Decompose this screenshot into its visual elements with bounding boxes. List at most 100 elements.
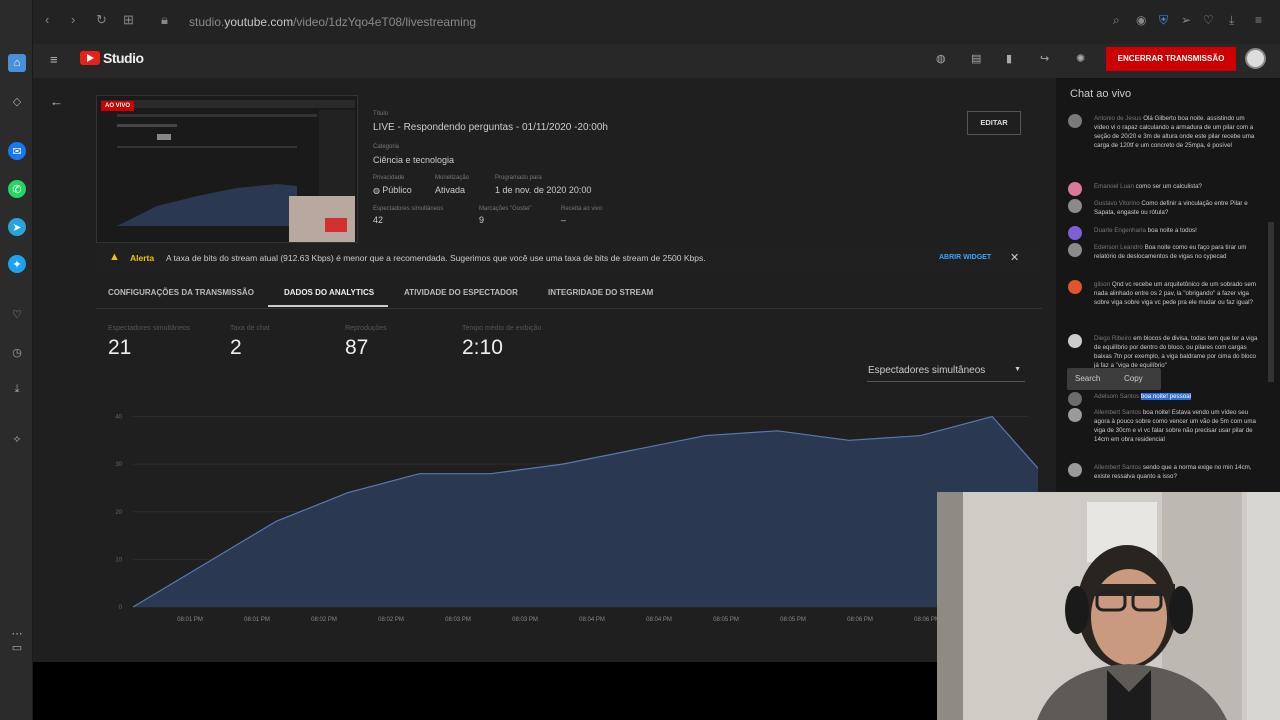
share-icon[interactable]: ↪ [1040,52,1054,65]
open-widget-link[interactable]: ABRIR WIDGET [939,254,991,261]
globe-icon[interactable]: ◍ [936,52,950,65]
chat-message[interactable]: Gustavo Vitorino Como definir a vinculaç… [1068,199,1258,217]
stream-preview[interactable] [96,95,358,243]
back-arrow-icon[interactable]: ← [50,94,63,109]
globe-small-icon: ◍ [373,186,383,195]
chat-bubble-icon[interactable]: ▭ [8,638,26,656]
reload-icon[interactable]: ↻ [96,12,107,28]
chat-message[interactable]: Emanoel Luan como ser um calculista? [1068,182,1258,196]
camera-icon[interactable]: ◉ [1136,13,1146,27]
chat-message[interactable]: gilson Qnd vc recebe um arquitetônico de… [1068,280,1258,307]
likes-value: 9 [479,215,485,225]
y-tick-label: 0 [119,605,123,611]
search-icon[interactable]: ⌕ [1113,13,1120,28]
twitter-icon[interactable]: ✦ [8,255,26,273]
chat-message[interactable]: Diego Ribeiro em blocos de divisa, todas… [1068,334,1258,370]
chat-message[interactable]: Edenson Leandro Boa noite como eu faço p… [1068,243,1258,261]
chat-message-body: gilson Qnd vc recebe um arquitetônico de… [1094,280,1258,307]
x-tick-label: 08:03 PM [512,617,538,623]
alert-text: A taxa de bits do stream atual (912.63 K… [166,253,706,263]
chat-message-body: Emanoel Luan como ser um calculista? [1094,182,1258,191]
metric-select-value: Espectadores simultâneos [868,365,986,376]
chat-message-body: Duarte Engenharia boa noite a todos! [1094,226,1258,235]
browser-toolbar: ‹ › ↻ ⊞ 🔒︎ studio.youtube.com/video/1dzY… [33,0,1280,44]
chat-avatar[interactable] [1068,463,1082,477]
monetization-value: Ativada [435,185,466,195]
metric-select[interactable]: Espectadores simultâneos ▼ [867,362,1025,382]
studio-brand[interactable]: Studio [103,50,144,66]
lightbulb-icon[interactable]: ✧ [8,430,26,448]
chat-scrollbar[interactable] [1268,222,1274,382]
tab-analytics[interactable]: DADOS DO ANALYTICS [284,288,374,297]
edit-button[interactable]: EDITAR [967,111,1021,135]
stream-title: LIVE - Respondendo perguntas - 01/11/202… [373,122,608,133]
chat-message-body: Allembert Santos boa noite! Estava vendo… [1094,408,1258,444]
close-icon[interactable]: ✕ [1010,251,1019,264]
chat-avatar[interactable] [1068,114,1082,128]
chat-avatar[interactable] [1068,392,1082,406]
context-search[interactable]: Search [1075,374,1100,383]
chat-message-body: Diego Ribeiro em blocos de divisa, todas… [1094,334,1258,370]
shield-icon[interactable]: ⛨ [1159,13,1168,28]
chat-author[interactable]: gilson [1094,281,1112,288]
chat-avatar[interactable] [1068,199,1082,213]
chat-author[interactable]: Diego Ribeiro [1094,335,1133,342]
x-tick-label: 08:01 PM [177,617,203,623]
chat-message[interactable]: Allembert Santos boa noite! Estava vendo… [1068,408,1258,444]
chat-message[interactable]: Adelsom Santos boa noite! pessoal [1068,392,1258,406]
live-badge: AO VIVO [101,101,135,111]
history-icon[interactable]: ◷ [8,343,26,361]
chat-message[interactable]: Allembert Santos sendo que a norma exige… [1068,463,1258,481]
chat-author[interactable]: Antonio de Jesus [1094,115,1143,122]
context-copy[interactable]: Copy [1124,374,1143,383]
back-nav-icon[interactable]: ‹ [45,12,49,27]
end-stream-button[interactable]: ENCERRAR TRANSMISSÃO [1106,47,1236,71]
chat-avatar[interactable] [1068,182,1082,196]
whatsapp-icon[interactable]: ✆ [8,180,26,198]
tab-stream-health[interactable]: INTEGRIDADE DO STREAM [548,288,653,297]
webcam-overlay [937,492,1280,720]
download-tray-icon[interactable]: ⤓ [1229,13,1234,28]
clapper-icon[interactable]: ▤ [971,52,985,65]
chat-author[interactable]: Emanoel Luan [1094,183,1136,190]
scheduled-value: 1 de nov. de 2020 20:00 [495,185,592,195]
download-icon[interactable]: ⤓ [8,380,26,398]
chat-author[interactable]: Adelsom Santos [1094,393,1141,400]
tabs-grid-icon[interactable]: ⊞ [123,12,134,28]
chat-author[interactable]: Allembert Santos [1094,409,1143,416]
chat-avatar[interactable] [1068,280,1082,294]
menu-icon[interactable]: ≡ [1255,13,1262,27]
forward-nav-icon[interactable]: › [71,12,75,27]
chat-avatar[interactable] [1068,243,1082,257]
y-tick-label: 10 [115,557,122,563]
chat-author[interactable]: Gustavo Vitorino [1094,200,1141,207]
messenger-icon[interactable]: ✉ [8,142,26,160]
send-icon[interactable]: ➢ [1181,13,1191,27]
chat-author[interactable]: Duarte Engenharia [1094,227,1148,234]
settings-icon[interactable]: ✺ [1076,52,1090,65]
chat-message-body: Allembert Santos sendo que a norma exige… [1094,463,1258,481]
chat-message[interactable]: Antonio de Jesus Olá Gilberto boa noite.… [1068,114,1258,150]
hamburger-icon[interactable]: ≡ [50,52,58,67]
heart-icon[interactable]: ♡ [8,305,26,323]
heart-outline-icon[interactable]: ♡ [1203,13,1214,27]
avatar[interactable] [1245,48,1266,69]
chat-message-body: Adelsom Santos boa noite! pessoal [1094,392,1258,401]
telegram-icon[interactable]: ➤ [8,218,26,236]
tab-stream-settings[interactable]: CONFIGURAÇÕES DA TRANSMISSÃO [108,288,254,297]
youtube-logo-icon[interactable] [80,51,100,65]
chat-avatar[interactable] [1068,334,1082,348]
y-tick-label: 40 [115,415,122,421]
chat-text: boa noite! pessoal [1140,393,1192,400]
home-icon[interactable]: ⌂ [8,54,26,72]
x-tick-label: 08:01 PM [244,617,270,623]
chat-author[interactable]: Allembert Santos [1094,464,1143,471]
chat-message-body: Antonio de Jesus Olá Gilberto boa noite.… [1094,114,1258,150]
diamond-icon[interactable]: ◇ [8,92,26,110]
chat-author[interactable]: Edenson Leandro [1094,244,1145,251]
chat-avatar[interactable] [1068,408,1082,422]
chat-avatar[interactable] [1068,226,1082,240]
tab-viewer-activity[interactable]: ATIVIDADE DO ESPECTADOR [404,288,518,297]
chat-message[interactable]: Duarte Engenharia boa noite a todos! [1068,226,1258,240]
bookmark-icon[interactable]: ▮ [1006,52,1020,65]
